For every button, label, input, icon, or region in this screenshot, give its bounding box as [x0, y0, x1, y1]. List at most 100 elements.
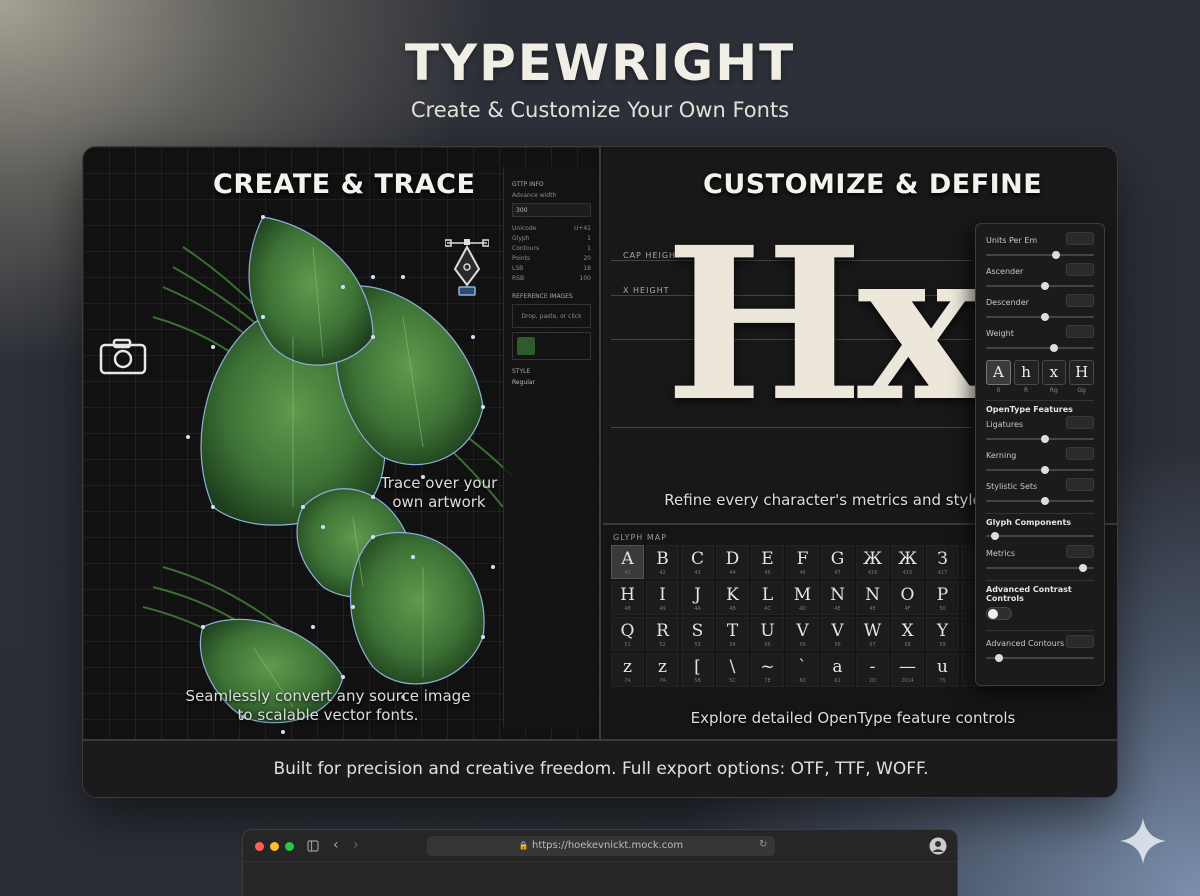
glyph-cell[interactable]: V 56	[786, 617, 819, 651]
advanced-contours-value-box[interactable]	[1066, 635, 1094, 648]
slider-knob[interactable]	[1041, 282, 1050, 290]
metrics-slider[interactable]: Metrics	[986, 545, 1094, 576]
slider-value-box[interactable]	[1066, 447, 1094, 460]
glyph-cell[interactable]: L 4C	[751, 581, 784, 615]
slider-value-box[interactable]	[1066, 325, 1094, 338]
glyph-cell[interactable]: S 53	[681, 617, 714, 651]
slider-control[interactable]: Units Per Em	[986, 232, 1094, 263]
style-value[interactable]: Regular	[512, 379, 591, 386]
glyph-cell[interactable]: P 50	[926, 581, 959, 615]
glyph-selector-button[interactable]: H	[1069, 360, 1094, 385]
glyph-info-row: Unicode U+41	[512, 225, 591, 235]
slider-control[interactable]: Weight	[986, 325, 1094, 356]
glyph-selector-button[interactable]: h	[1013, 360, 1039, 385]
glyph-cell[interactable]: ~7E	[751, 653, 784, 687]
glyph-cell[interactable]: I 49	[646, 581, 679, 615]
slider-control[interactable]: Ligatures	[986, 416, 1094, 447]
glyph-code: 56	[834, 642, 841, 648]
slider-knob[interactable]	[994, 654, 1003, 662]
back-arrow-icon[interactable]: ‹	[333, 837, 339, 853]
glyph-cell[interactable]: W 57	[856, 617, 889, 651]
glyph-code: 2014	[901, 678, 914, 684]
glyph-code: 416	[902, 570, 913, 576]
metrics-value-box[interactable]	[1066, 545, 1094, 558]
glyph-cell[interactable]: [5B	[681, 653, 714, 687]
glyph-cell[interactable]: a 61	[821, 653, 854, 687]
slider-knob[interactable]	[1041, 435, 1050, 443]
slider-value-box[interactable]	[1066, 416, 1094, 429]
advance-width-input[interactable]: 300	[512, 203, 591, 217]
glyph-cell[interactable]: A 41	[611, 545, 644, 579]
pen-tool-icon[interactable]	[445, 235, 489, 299]
glyph-cell[interactable]: J 4A	[681, 581, 714, 615]
reference-drop-zone[interactable]: Drop, paste, or click	[512, 304, 591, 328]
slider-knob[interactable]	[1079, 564, 1088, 572]
slider-value-box[interactable]	[1066, 478, 1094, 491]
glyph-info-key: Contours	[512, 245, 540, 252]
slider-knob[interactable]	[1050, 344, 1059, 352]
glyph-cell[interactable]: O 4F	[891, 581, 924, 615]
close-window-button[interactable]	[255, 842, 264, 851]
profile-avatar-icon[interactable]	[929, 837, 947, 855]
reload-icon[interactable]: ↻	[759, 839, 767, 850]
glyph-char: L	[761, 585, 774, 605]
forward-arrow-icon[interactable]: ›	[353, 837, 359, 853]
glyph-cell[interactable]: F 46	[786, 545, 819, 579]
glyph-cell[interactable]: N 4E	[856, 581, 889, 615]
slider-knob[interactable]	[1041, 466, 1050, 474]
glyph-cell[interactable]: Ж 416	[856, 545, 889, 579]
glyph-cell[interactable]: X 58	[891, 617, 924, 651]
camera-icon[interactable]	[99, 337, 147, 375]
glyph-cell[interactable]: ` 60	[786, 653, 819, 687]
glyph-cell[interactable]: B 42	[646, 545, 679, 579]
slider-knob[interactable]	[990, 532, 999, 540]
slider-control[interactable]: Ascender	[986, 263, 1094, 294]
minimize-window-button[interactable]	[270, 842, 279, 851]
glyph-cell[interactable]: M 4D	[786, 581, 819, 615]
glyph-cell[interactable]: -2D	[856, 653, 889, 687]
glyph-cell[interactable]: \ 5C	[716, 653, 749, 687]
address-bar[interactable]: 🔒 https://hoekevnickt.mock.com	[427, 836, 775, 856]
glyph-cell[interactable]: C 43	[681, 545, 714, 579]
glyph-cell[interactable]: R 52	[646, 617, 679, 651]
sidebar-toggle-icon[interactable]	[307, 840, 319, 852]
glyph-char: G	[830, 549, 845, 569]
glyph-cell[interactable]: N 4E	[821, 581, 854, 615]
glyph-selector-button[interactable]: x	[1041, 360, 1067, 385]
glyph-components-slider[interactable]	[986, 529, 1094, 545]
glyph-cell[interactable]: G 47	[821, 545, 854, 579]
reference-thumbnail[interactable]	[517, 337, 535, 355]
advanced-contrast-toggle[interactable]	[986, 607, 1012, 620]
glyph-cell[interactable]: З 417	[926, 545, 959, 579]
glyph-code: 75	[939, 678, 946, 684]
maximize-window-button[interactable]	[285, 842, 294, 851]
slider-knob[interactable]	[1052, 251, 1061, 259]
glyph-cell[interactable]: z 7A	[611, 653, 644, 687]
slider-value-box[interactable]	[1066, 294, 1094, 307]
glyph-cell[interactable]: u 75	[926, 653, 959, 687]
glyph-cell[interactable]: Ж 416	[891, 545, 924, 579]
glyph-cell[interactable]: H 48	[611, 581, 644, 615]
glyph-cell[interactable]: T 54	[716, 617, 749, 651]
slider-control[interactable]: Stylistic Sets	[986, 478, 1094, 509]
glyph-cell[interactable]: K 4B	[716, 581, 749, 615]
glyph-cell[interactable]: Y 59	[926, 617, 959, 651]
customize-caption: Refine every character's metrics and sty…	[664, 491, 982, 509]
glyph-cell[interactable]: D 44	[716, 545, 749, 579]
slider-knob[interactable]	[1041, 497, 1050, 505]
glyph-cell[interactable]: E 45	[751, 545, 784, 579]
glyph-cell[interactable]: V 56	[821, 617, 854, 651]
slider-knob[interactable]	[1041, 313, 1050, 321]
glyph-selector-button[interactable]: A	[986, 360, 1011, 385]
glyph-cell[interactable]: —2014	[891, 653, 924, 687]
glyph-info-value: 18	[583, 265, 591, 272]
glyph-cell[interactable]: Q 51	[611, 617, 644, 651]
glyph-cell[interactable]: z 7A	[646, 653, 679, 687]
advanced-contours-slider[interactable]: Advanced Contours	[986, 635, 1094, 666]
slider-value-box[interactable]	[1066, 232, 1094, 245]
slider-control[interactable]: Kerning	[986, 447, 1094, 478]
slider-value-box[interactable]	[1066, 263, 1094, 276]
glyph-code: 47	[834, 570, 841, 576]
glyph-cell[interactable]: U 55	[751, 617, 784, 651]
slider-control[interactable]: Descender	[986, 294, 1094, 325]
